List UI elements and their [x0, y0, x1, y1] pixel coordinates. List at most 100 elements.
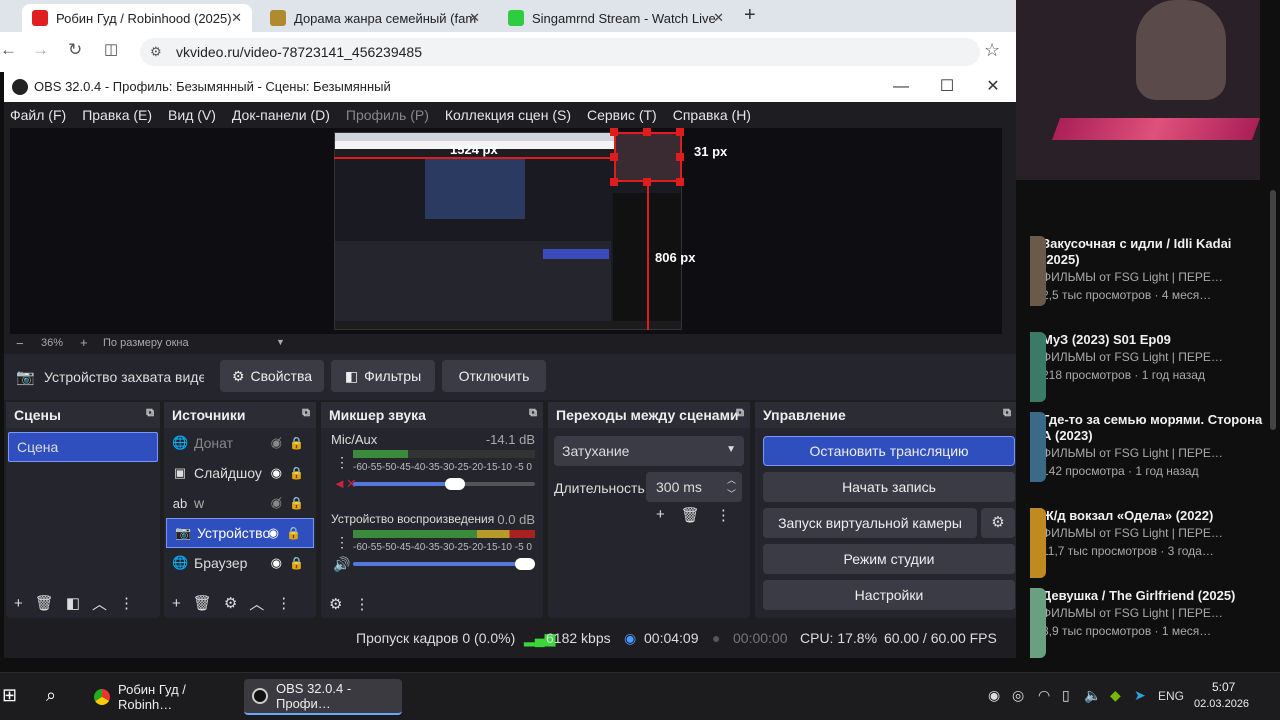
add-scene-icon[interactable]: +: [14, 595, 23, 612]
browser-tab-active[interactable]: Робин Гуд / Robinhood (2025) ✕: [22, 4, 252, 32]
browser-tab[interactable]: Дорама жанра семейный (fam ✕: [260, 4, 490, 32]
virtual-camera-button[interactable]: Запуск виртуальной камеры: [763, 508, 977, 538]
video-card[interactable]: Девушка / The Girlfriend (2025) ФИЛЬМЫ о…: [1030, 588, 1272, 658]
add-source-icon[interactable]: +: [172, 595, 181, 612]
video-title[interactable]: Ж/д вокзал «Одела» (2022): [1042, 508, 1272, 524]
properties-button[interactable]: ⚙ Свойства: [220, 360, 324, 392]
close-tab-icon[interactable]: ✕: [713, 10, 724, 26]
telegram-icon[interactable]: ➤: [1134, 687, 1146, 704]
video-thumbnail[interactable]: [1030, 588, 1046, 658]
resize-handle[interactable]: [610, 128, 618, 136]
source-item[interactable]: ab w ◉̸ 🔒: [164, 488, 316, 518]
menu-edit[interactable]: Правка (E): [82, 107, 152, 123]
close-tab-icon[interactable]: ✕: [469, 10, 480, 26]
language-indicator[interactable]: ENG: [1158, 689, 1184, 703]
preview-canvas[interactable]: 1524 px 31 px 806 px: [10, 128, 1002, 334]
lock-icon[interactable]: 🔒: [286, 526, 301, 540]
browser-tab[interactable]: Singamrnd Stream - Watch Live ✕: [498, 4, 734, 32]
taskbar-app-obs[interactable]: OBS 32.0.4 - Профи…: [244, 679, 402, 715]
filters-button[interactable]: ◧ Фильтры: [331, 360, 435, 392]
menu-docks[interactable]: Док-панели (D): [232, 107, 330, 123]
lock-icon[interactable]: 🔒: [289, 556, 304, 570]
nvidia-icon[interactable]: ◆: [1110, 687, 1121, 704]
start-recording-button[interactable]: Начать запись: [763, 472, 1015, 502]
undock-icon[interactable]: ⧉: [146, 407, 154, 420]
more-icon[interactable]: ⋮: [276, 594, 291, 612]
channel-menu-icon[interactable]: ⋮: [335, 454, 349, 471]
add-transition-icon[interactable]: +: [656, 506, 665, 524]
video-thumbnail[interactable]: [1030, 412, 1046, 482]
lock-icon[interactable]: 🔒: [289, 496, 304, 510]
remove-transition-icon[interactable]: 🗑: [681, 506, 700, 524]
minimize-icon[interactable]: —: [878, 72, 924, 102]
resize-handle[interactable]: [610, 178, 618, 186]
menu-view[interactable]: Вид (V): [168, 107, 216, 123]
volume-slider-handle[interactable]: [445, 478, 465, 490]
resize-handle[interactable]: [676, 153, 684, 161]
maximize-icon[interactable]: ☐: [924, 72, 970, 102]
move-up-icon[interactable]: ︿: [92, 593, 107, 614]
duration-spinbox[interactable]: 300 ms ︿ ﹀: [646, 472, 742, 502]
eye-icon[interactable]: ◉: [268, 525, 279, 541]
chrome-tray-icon[interactable]: ◎: [1012, 687, 1024, 704]
chevron-down-icon[interactable]: ▼: [276, 337, 285, 347]
scene-filters-icon[interactable]: ◧: [66, 594, 80, 612]
video-thumbnail[interactable]: [1030, 332, 1046, 402]
undock-icon[interactable]: ⧉: [736, 407, 744, 420]
lock-icon[interactable]: 🔒: [289, 466, 304, 480]
eye-icon[interactable]: ◉: [271, 465, 282, 481]
remove-source-icon[interactable]: 🗑: [193, 594, 212, 612]
video-channel[interactable]: ФИЛЬМЫ от FSG Light | ПЕРЕ…: [1042, 604, 1272, 622]
hidden-eye-icon[interactable]: ◉̸: [271, 435, 282, 451]
resize-handle[interactable]: [676, 178, 684, 186]
advanced-audio-icon[interactable]: ⚙: [329, 595, 342, 613]
studio-mode-button[interactable]: Режим студии: [763, 544, 1015, 574]
video-card[interactable]: Где-то за семью морями. Сторона А (2023)…: [1030, 412, 1272, 482]
stop-streaming-button[interactable]: Остановить трансляцию: [763, 436, 1015, 466]
video-channel[interactable]: ФИЛЬМЫ от FSG Light | ПЕРЕ…: [1042, 268, 1272, 286]
eye-icon[interactable]: ◉: [271, 555, 282, 571]
site-info-icon[interactable]: ⚙: [150, 38, 162, 66]
more-icon[interactable]: ⋮: [716, 506, 731, 524]
close-window-icon[interactable]: ✕: [970, 72, 1016, 102]
taskbar-app-chrome[interactable]: Робин Гуд / Robinh…: [86, 679, 236, 715]
undock-icon[interactable]: ⧉: [529, 407, 537, 420]
more-icon[interactable]: ⋮: [354, 595, 369, 613]
menu-help[interactable]: Справка (H): [673, 107, 751, 123]
video-card[interactable]: Ж/д вокзал «Одела» (2022) ФИЛЬМЫ от FSG …: [1030, 508, 1272, 578]
zoom-out-button[interactable]: −: [16, 336, 24, 351]
video-card[interactable]: МуЗ (2023) S01 Ep09 ФИЛЬМЫ от FSG Light …: [1030, 332, 1272, 402]
video-title[interactable]: МуЗ (2023) S01 Ep09: [1042, 332, 1272, 348]
remove-scene-icon[interactable]: 🗑: [35, 594, 54, 612]
source-item[interactable]: 🌐 Браузер ◉ 🔒: [164, 548, 316, 578]
sidebar-scrollbar[interactable]: [1270, 190, 1276, 430]
volume-slider[interactable]: [353, 558, 535, 570]
forward-icon[interactable]: →: [32, 40, 49, 60]
video-channel[interactable]: ФИЛЬМЫ от FSG Light | ПЕРЕ…: [1042, 348, 1272, 366]
lock-icon[interactable]: 🔒: [289, 436, 304, 450]
transition-select[interactable]: Затухание ▼: [554, 436, 744, 466]
clock-date[interactable]: 02.03.2026: [1194, 698, 1249, 710]
resize-handle[interactable]: [643, 128, 651, 136]
menu-profile[interactable]: Профиль (P): [346, 107, 429, 123]
menu-scene-collection[interactable]: Коллекция сцен (S): [445, 107, 571, 123]
back-icon[interactable]: ←: [0, 40, 17, 60]
menu-tools[interactable]: Сервис (T): [587, 107, 657, 123]
undock-icon[interactable]: ⧉: [302, 407, 310, 420]
channel-menu-icon[interactable]: ⋮: [335, 534, 349, 551]
resize-handle[interactable]: [676, 128, 684, 136]
usb-icon[interactable]: ▯: [1062, 687, 1070, 704]
video-title[interactable]: Закусочная с идли / Idli Kadai (2025): [1042, 236, 1272, 268]
video-channel[interactable]: ФИЛЬМЫ от FSG Light | ПЕРЕ…: [1042, 444, 1272, 462]
zoom-fit-select[interactable]: По размеру окна: [103, 337, 189, 349]
virtual-camera-settings-icon[interactable]: ⚙: [981, 508, 1015, 538]
url-field[interactable]: ⚙ vkvideo.ru/video-78723141_456239485: [140, 38, 980, 66]
spin-arrows-icon[interactable]: ︿ ﹀: [727, 473, 736, 501]
settings-button[interactable]: Настройки: [763, 580, 1015, 610]
hidden-eye-icon[interactable]: ◉̸: [271, 495, 282, 511]
volume-slider[interactable]: [353, 478, 535, 490]
source-item[interactable]: 🌐 Донат ◉̸ 🔒: [164, 428, 316, 458]
side-panel-icon[interactable]: ◫: [104, 40, 118, 58]
new-tab-button[interactable]: +: [744, 4, 756, 27]
source-properties-icon[interactable]: ⚙: [224, 594, 237, 612]
